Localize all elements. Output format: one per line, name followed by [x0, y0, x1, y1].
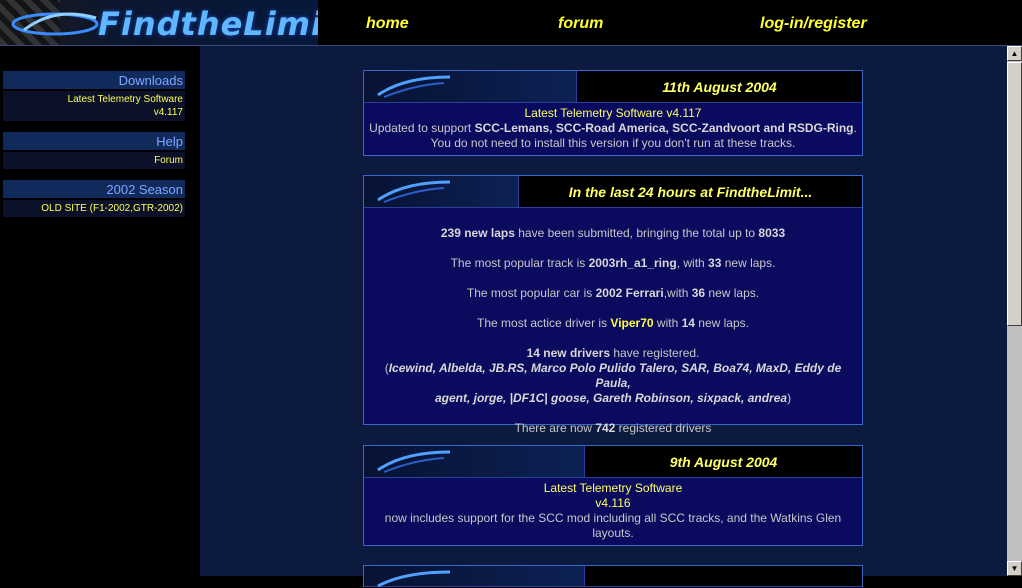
- sidebar-group-downloads: Downloads Latest Telemetry Software v4.1…: [3, 71, 185, 121]
- card-text-line2: You do not need to install this version …: [430, 136, 796, 150]
- text: .: [853, 121, 857, 135]
- swoosh-icon: [377, 75, 451, 98]
- card-thumbnail: [364, 176, 519, 207]
- card-description: now includes support for the SCC mod inc…: [384, 511, 842, 540]
- card-link-telemetry[interactable]: Latest Telemetry Software v4.117: [368, 106, 858, 121]
- card-link-telemetry[interactable]: Latest Telemetry Software: [368, 481, 858, 496]
- new-drivers: 14 new drivers have registered. (Icewind…: [384, 346, 842, 405]
- swoosh-icon: [377, 180, 451, 203]
- swoosh-icon: [11, 12, 99, 36]
- vertical-scrollbar[interactable]: ▲ ▼: [1007, 46, 1022, 576]
- track-laps: 33: [708, 256, 722, 270]
- text: There are now: [514, 421, 596, 435]
- sidebar-group-2002-season: 2002 Season OLD SITE (F1-2002,GTR-2002): [3, 180, 185, 217]
- popular-track: The most popular track is 2003rh_a1_ring…: [368, 256, 858, 271]
- swoosh-icon: [377, 450, 451, 473]
- text: new laps.: [721, 256, 776, 270]
- card-link-version[interactable]: v4.116: [368, 496, 858, 511]
- card-header: In the last 24 hours at FindtheLimit...: [364, 176, 862, 208]
- sidebar-group-help: Help Forum: [3, 132, 185, 169]
- card-thumbnail: [364, 566, 585, 588]
- track-name[interactable]: 2003rh_a1_ring: [589, 256, 677, 270]
- driver-list: Icewind, Albelda, JB.RS, Marco Polo Puli…: [388, 361, 842, 390]
- scroll-thumb[interactable]: [1007, 62, 1022, 326]
- text: new laps.: [694, 316, 749, 330]
- sidebar-title-downloads: Downloads: [3, 71, 185, 89]
- text: registered drivers: [615, 421, 712, 435]
- news-card-last-24-hours: In the last 24 hours at FindtheLimit... …: [363, 175, 863, 435]
- card-date: 11th August 2004: [662, 79, 777, 95]
- popular-car: The most popular car is 2002 Ferrari,wit…: [368, 286, 858, 301]
- total-count: 742: [595, 421, 616, 435]
- new-drivers-count: 14 new drivers: [526, 346, 610, 360]
- registered-total: There are now 742 registered drivers: [368, 421, 858, 436]
- laps-count: 239 new laps: [440, 226, 515, 240]
- card-thumbnail: [364, 446, 585, 477]
- card-thumbnail: [364, 71, 577, 102]
- nav-home-link[interactable]: home: [366, 15, 409, 33]
- driver-name-link[interactable]: Viper70: [610, 316, 653, 330]
- logo-text: FindtheLimit: [98, 5, 318, 43]
- card-body: 239 new laps have been submitted, bringi…: [364, 208, 862, 440]
- sidebar-item-latest-telemetry[interactable]: Latest Telemetry Software v4.117: [3, 91, 185, 121]
- text: ,with: [663, 286, 692, 300]
- driver-laps: 14: [681, 316, 695, 330]
- card-text-line1: Updated to support SCC-Lemans, SCC-Road …: [368, 121, 858, 136]
- card-header: 9th August 2004: [364, 446, 862, 478]
- scroll-up-icon[interactable]: ▲: [1007, 46, 1022, 61]
- card-header: [364, 566, 862, 588]
- news-card-11-aug: 11th August 2004 Latest Telemetry Softwa…: [363, 70, 863, 156]
- laps-total: 8033: [758, 226, 786, 240]
- news-card-partial: [363, 565, 863, 588]
- news-card-9-aug: 9th August 2004 Latest Telemetry Softwar…: [363, 445, 863, 546]
- nav-login-register-link[interactable]: log-in/register: [760, 15, 867, 33]
- track-list: SCC-Lemans, SCC-Road America, SCC-Zandvo…: [474, 121, 854, 135]
- card-header: 11th August 2004: [364, 71, 862, 103]
- site-header: FindtheLimit home forum log-in/register: [0, 0, 1022, 46]
- card-date: 9th August 2004: [669, 454, 778, 470]
- text: The most popular track is: [450, 256, 589, 270]
- text: have been submitted, bringing the total …: [514, 226, 759, 240]
- text: Updated to support: [369, 121, 475, 135]
- main-content: 11th August 2004 Latest Telemetry Softwa…: [200, 46, 1007, 588]
- text: The most popular car is: [466, 286, 596, 300]
- scroll-down-icon[interactable]: ▼: [1007, 561, 1022, 576]
- sidebar-item-forum[interactable]: Forum: [3, 152, 185, 169]
- swoosh-icon: [377, 570, 451, 588]
- sidebar: Downloads Latest Telemetry Software v4.1…: [0, 46, 200, 576]
- sidebar-title-2002-season: 2002 Season: [3, 180, 185, 198]
- text: new laps.: [705, 286, 760, 300]
- text: have registered.: [610, 346, 700, 360]
- car-laps: 36: [691, 286, 706, 300]
- driver-list: agent, jorge, |DF1C| goose, Gareth Robin…: [434, 391, 788, 405]
- card-body: Latest Telemetry Software v4.117 Updated…: [364, 103, 862, 155]
- card-title: In the last 24 hours at FindtheLimit...: [568, 184, 813, 200]
- sidebar-item-old-site[interactable]: OLD SITE (F1-2002,GTR-2002): [3, 200, 185, 217]
- text: The most actice driver is: [477, 316, 611, 330]
- card-body: Latest Telemetry Software v4.116 now inc…: [364, 478, 862, 545]
- laps-summary: 239 new laps have been submitted, bringi…: [368, 226, 858, 241]
- nav-forum-link[interactable]: forum: [558, 15, 603, 33]
- active-driver: The most actice driver is Viper70 with 1…: [368, 316, 858, 331]
- sidebar-title-help: Help: [3, 132, 185, 150]
- text: , with: [676, 256, 709, 270]
- text: with: [653, 316, 682, 330]
- car-name[interactable]: 2002 Ferrari: [596, 286, 664, 300]
- site-logo[interactable]: FindtheLimit: [0, 0, 318, 45]
